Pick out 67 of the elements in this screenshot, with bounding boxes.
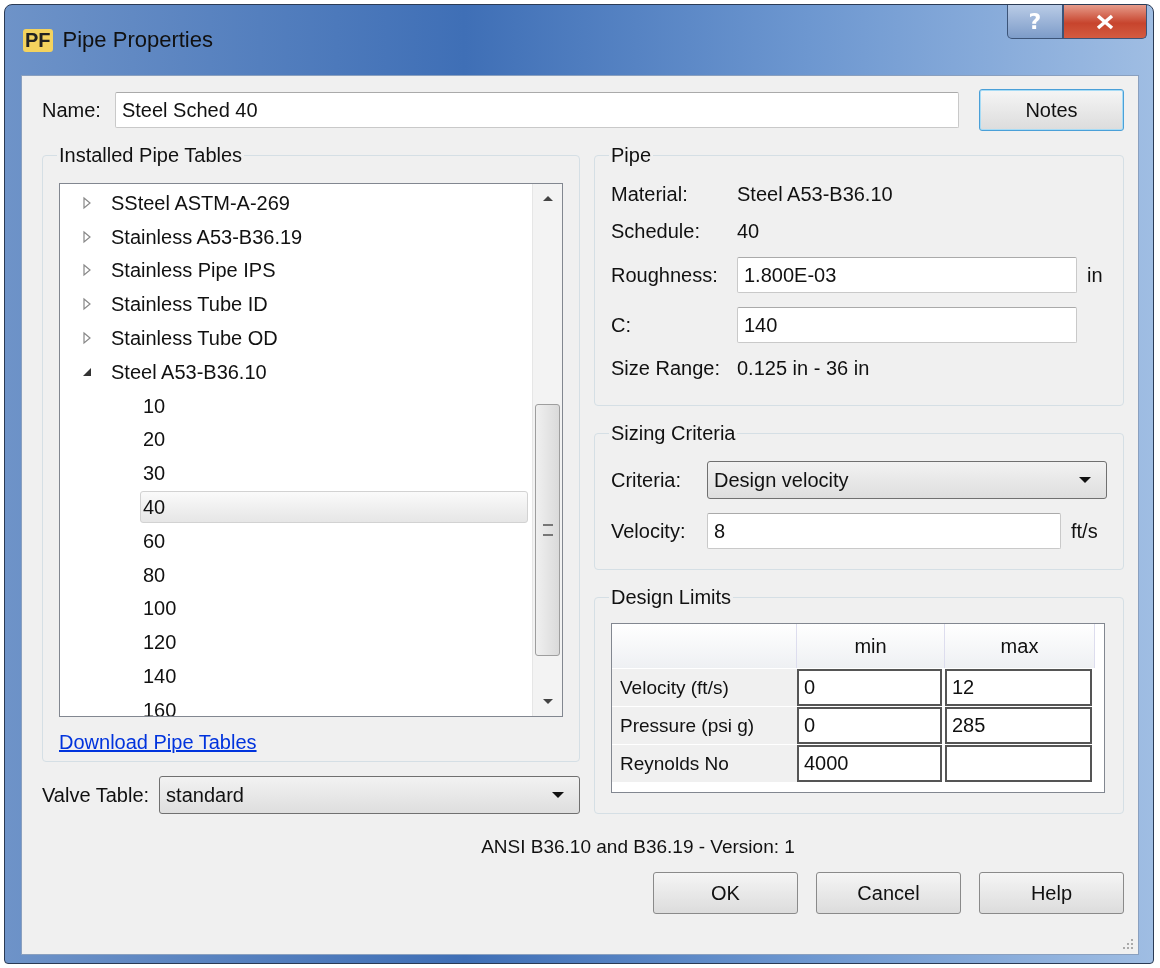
- unit-label: ft/s: [1070, 519, 1099, 543]
- version-text: ANSI B36.10 and B36.19 - Version: 1: [480, 836, 795, 858]
- size-range-value: 0.125 in - 36 in: [737, 357, 871, 380]
- close-icon: [1095, 13, 1115, 30]
- caret-icon: [551, 791, 565, 799]
- resize-grip-icon[interactable]: [1122, 938, 1134, 950]
- name-label: Name:: [42, 98, 101, 122]
- caret-icon: [1078, 476, 1092, 484]
- schedule-value: 40: [737, 220, 761, 243]
- tree-item[interactable]: 140: [140, 660, 528, 693]
- table-cell-field[interactable]: 4000: [797, 745, 942, 782]
- group-title: Installed Pipe Tables: [58, 144, 244, 167]
- table-cell-field[interactable]: 0: [797, 669, 942, 706]
- dialog-button[interactable]: Cancel: [816, 872, 961, 914]
- scroll-down-icon[interactable]: [541, 698, 554, 706]
- material-label: Material:: [611, 183, 689, 206]
- tree-item[interactable]: 120: [140, 626, 528, 659]
- tree-item[interactable]: Stainless Tube ID: [108, 288, 271, 321]
- group-title: Design Limits: [610, 586, 733, 609]
- c-label: C:: [611, 313, 632, 337]
- tree-item[interactable]: 10: [140, 389, 528, 422]
- app-logo: PF: [23, 28, 53, 52]
- tree-item[interactable]: Stainless Tube OD: [108, 322, 281, 355]
- criteria-dropdown[interactable]: Design velocity: [707, 461, 1107, 499]
- roughness-field[interactable]: 1.800E-03: [737, 257, 1077, 293]
- notes-button[interactable]: Notes: [979, 89, 1124, 131]
- column-header: max: [945, 624, 1095, 668]
- tree-item[interactable]: Steel A53-B36.10: [108, 355, 270, 388]
- tree-item[interactable]: SSteel ASTM-A-269: [108, 186, 293, 219]
- row-header: Pressure (psi g): [612, 707, 797, 744]
- row-header: Reynolds No: [612, 745, 797, 782]
- close-button[interactable]: [1063, 5, 1147, 39]
- size-range-label: Size Range:: [611, 357, 721, 380]
- roughness-label: Roughness:: [611, 263, 719, 287]
- dialog-button[interactable]: OK: [653, 872, 798, 914]
- tree-item[interactable]: 60: [140, 524, 528, 557]
- schedule-label: Schedule:: [611, 220, 701, 243]
- scroll-thumb[interactable]: [535, 404, 560, 656]
- criteria-label: Criteria:: [611, 468, 682, 492]
- tree-item[interactable]: 20: [140, 423, 528, 456]
- unit-label: in: [1086, 263, 1104, 287]
- group-title: Pipe: [610, 144, 653, 167]
- tree-item[interactable]: 80: [140, 558, 528, 591]
- tree-item[interactable]: 30: [140, 457, 528, 490]
- tree-item[interactable]: Stainless Pipe IPS: [108, 254, 279, 287]
- row-header: Velocity (ft/s): [612, 669, 797, 706]
- table-cell-field[interactable]: 12: [945, 669, 1092, 706]
- tree-item[interactable]: Stainless A53-B36.19: [108, 220, 306, 253]
- dialog-button[interactable]: Help: [979, 872, 1124, 914]
- valve-table-dropdown[interactable]: standard: [159, 776, 580, 814]
- table-cell-field[interactable]: 0: [797, 707, 942, 744]
- velocity-field[interactable]: 8: [707, 513, 1061, 549]
- valve-table-label: Valve Table:: [42, 783, 150, 807]
- tree-item[interactable]: 100: [140, 592, 528, 625]
- table-cell-field[interactable]: [945, 745, 1092, 782]
- scroll-up-icon[interactable]: [541, 194, 554, 202]
- tree-item[interactable]: 40: [140, 491, 528, 524]
- scrollbar[interactable]: [532, 184, 562, 716]
- material-value: Steel A53-B36.10: [737, 183, 894, 206]
- name-field[interactable]: Steel Sched 40: [114, 92, 959, 128]
- download-link[interactable]: Download Pipe Tables: [59, 731, 257, 754]
- velocity-label: Velocity:: [611, 519, 687, 543]
- c-field[interactable]: 140: [737, 307, 1077, 343]
- table-cell-field[interactable]: 285: [945, 707, 1092, 744]
- group-title: Sizing Criteria: [610, 422, 737, 445]
- window-title: Pipe Properties: [62, 27, 213, 53]
- column-header: min: [797, 624, 945, 668]
